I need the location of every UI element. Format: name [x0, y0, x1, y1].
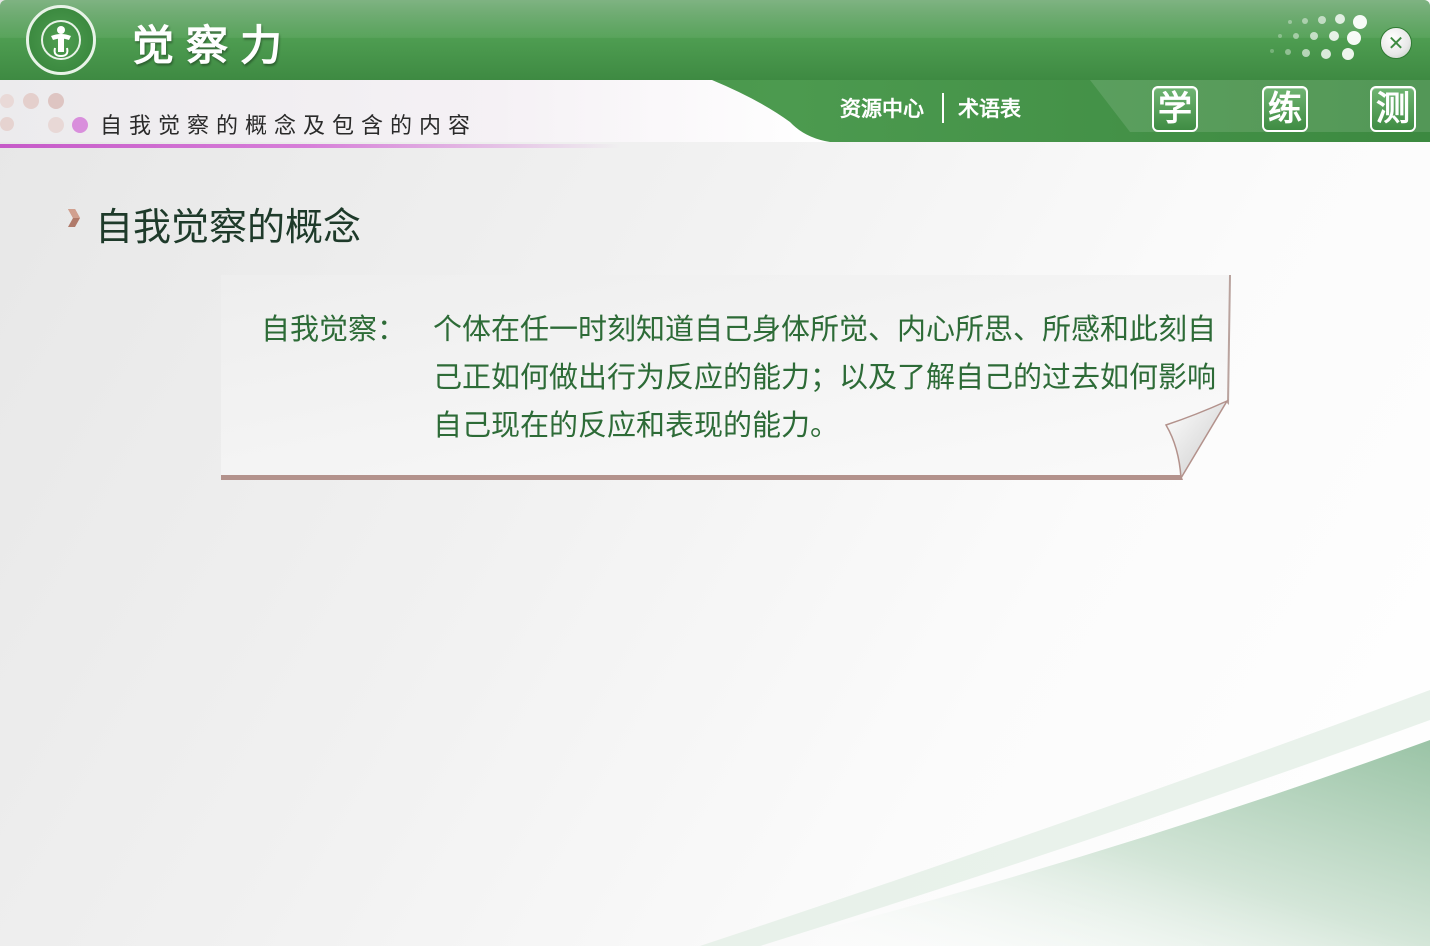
logo [26, 5, 96, 75]
section-title: 自我觉察的概念及包含的内容 [100, 114, 478, 139]
nav-links: 资源中心 术语表 [840, 92, 1021, 124]
glossary-link[interactable]: 术语表 [958, 93, 1021, 123]
decor-dot [0, 94, 14, 108]
definition-note: 自我觉察： 个体在任一时刻知道自己身体所觉、内心所思、所感和此刻自己正如何做出行… [221, 275, 1231, 480]
test-button[interactable]: 测 [1370, 86, 1416, 132]
term-definition: 个体在任一时刻知道自己身体所觉、内心所思、所感和此刻自己正如何做出行为反应的能力… [433, 312, 1217, 442]
app-header: 觉察力 ✕ [0, 0, 1430, 80]
close-button[interactable]: ✕ [1380, 27, 1412, 59]
term-label: 自我觉察： [261, 312, 407, 346]
purple-underline [0, 144, 620, 148]
nav-separator [942, 93, 944, 123]
learn-button[interactable]: 学 [1152, 86, 1198, 132]
resource-center-link[interactable]: 资源中心 [840, 93, 924, 123]
logo-figure-icon [51, 26, 71, 58]
decor-dot [0, 117, 14, 131]
section-bullet-dot [72, 117, 88, 133]
decor-dot [23, 93, 39, 109]
decor-dot [48, 93, 64, 109]
dots-decoration [1270, 14, 1367, 60]
practice-button[interactable]: 练 [1262, 86, 1308, 132]
concept-heading: 自我觉察的概念 [95, 205, 362, 249]
subheader-bar: 自我觉察的概念及包含的内容 资源中心 术语表 学 练 测 [0, 80, 1430, 148]
app-title: 觉察力 [132, 21, 295, 70]
bullet-arrow-icon [68, 209, 80, 227]
decor-dot [48, 117, 64, 133]
